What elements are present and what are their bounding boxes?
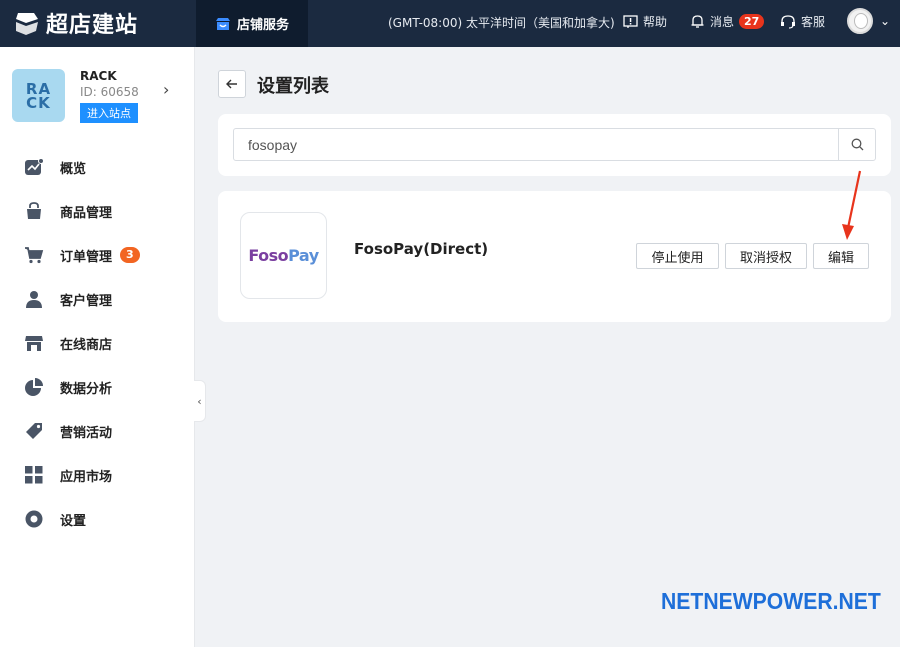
app-logo[interactable]: 超店建站 bbox=[12, 7, 138, 39]
plugin-logo-text-part-1: Foso bbox=[248, 246, 289, 265]
sidebar-item-label: 商品管理 bbox=[60, 205, 113, 221]
sidebar-item-orders[interactable]: 订单管理 3 bbox=[0, 233, 194, 277]
sidebar-item-online-store[interactable]: 在线商店 bbox=[0, 321, 194, 365]
cart-icon bbox=[24, 245, 44, 265]
messages-count-badge: 27 bbox=[739, 14, 765, 29]
bag-icon bbox=[24, 201, 44, 221]
sidebar-item-customers[interactable]: 客户管理 bbox=[0, 277, 194, 321]
tab-store-service-label: 店铺服务 bbox=[236, 18, 289, 33]
search-button[interactable] bbox=[838, 129, 875, 160]
stop-using-button[interactable]: 停止使用 bbox=[636, 243, 719, 269]
watermark: NETNEWPOWER.NET bbox=[661, 588, 881, 614]
edit-button[interactable]: 编辑 bbox=[813, 243, 869, 269]
search-input[interactable] bbox=[234, 129, 839, 160]
page-title: 设置列表 bbox=[257, 76, 329, 97]
support-label: 客服 bbox=[801, 15, 826, 29]
sidebar-nav: 概览 商品管理 订单管理 3 客户管理 在线商店 数据分析 营销活动 应用市场 … bbox=[0, 145, 194, 541]
search-box bbox=[233, 128, 876, 161]
pie-icon bbox=[24, 377, 44, 397]
sidebar-item-label: 营销活动 bbox=[60, 425, 113, 441]
sidebar-item-label: 数据分析 bbox=[60, 381, 113, 397]
help-link[interactable]: 帮助 bbox=[623, 13, 667, 30]
orders-count-badge: 3 bbox=[120, 247, 140, 263]
search-card bbox=[218, 114, 891, 176]
sidebar-item-overview[interactable]: 概览 bbox=[0, 145, 194, 189]
sidebar-item-label: 设置 bbox=[60, 513, 87, 529]
user-avatar[interactable] bbox=[847, 8, 873, 34]
site-id: ID: 60658 bbox=[80, 85, 139, 99]
support-link[interactable]: 客服 bbox=[780, 13, 825, 30]
plugin-card: FosoPay FosoPay(Direct) 停止使用 取消授权 编辑 bbox=[218, 191, 891, 322]
top-bar: 超店建站 店铺服务 (GMT-08:00) 太平洋时间（美国和加拿大) 帮助 消… bbox=[0, 0, 900, 47]
sidebar-item-app-market[interactable]: 应用市场 bbox=[0, 453, 194, 497]
revoke-authorization-button[interactable]: 取消授权 bbox=[725, 243, 807, 269]
sidebar-item-products[interactable]: 商品管理 bbox=[0, 189, 194, 233]
grid-icon bbox=[24, 465, 44, 485]
site-logo-text: RA CK bbox=[26, 81, 51, 112]
enter-site-button[interactable]: 进入站点 bbox=[80, 103, 138, 123]
chevron-down-icon[interactable]: ⌄ bbox=[880, 14, 890, 28]
sidebar-item-label: 概览 bbox=[60, 161, 87, 177]
sidebar-item-analytics[interactable]: 数据分析 bbox=[0, 365, 194, 409]
messages-label: 消息 bbox=[710, 15, 735, 29]
logo-icon bbox=[16, 13, 38, 35]
sidebar-item-marketing[interactable]: 营销活动 bbox=[0, 409, 194, 453]
plugin-name: FosoPay(Direct) bbox=[354, 240, 489, 258]
app-name: 超店建站 bbox=[46, 13, 139, 38]
site-name: RACK bbox=[80, 69, 117, 83]
store-icon bbox=[24, 333, 44, 353]
user-icon bbox=[24, 289, 44, 309]
back-button[interactable] bbox=[218, 70, 246, 98]
sidebar-item-label: 订单管理 bbox=[60, 249, 113, 265]
sidebar-item-label: 客户管理 bbox=[60, 293, 113, 309]
arrow-left-icon bbox=[226, 79, 237, 89]
sidebar: RA CK RACK ID: 60658 进入站点 › 概览 商品管理 订单管理… bbox=[0, 47, 195, 647]
plugin-logo: FosoPay bbox=[240, 212, 327, 299]
timezone-label[interactable]: (GMT-08:00) 太平洋时间（美国和加拿大) bbox=[388, 14, 615, 31]
site-logo-line-2: CK bbox=[26, 93, 51, 112]
settings-icon bbox=[24, 509, 44, 529]
search-icon bbox=[851, 138, 863, 151]
help-icon bbox=[623, 14, 638, 28]
plugin-logo-text: FosoPay bbox=[248, 246, 319, 265]
help-label: 帮助 bbox=[643, 15, 668, 29]
chevron-right-icon[interactable]: › bbox=[163, 80, 169, 99]
site-logo[interactable]: RA CK bbox=[12, 69, 65, 122]
chart-icon bbox=[24, 157, 44, 177]
tab-store-service[interactable]: 店铺服务 bbox=[196, 0, 308, 47]
headset-icon bbox=[781, 15, 795, 29]
messages-link[interactable]: 消息 27 bbox=[690, 13, 765, 30]
bell-icon bbox=[691, 15, 704, 28]
sidebar-item-settings[interactable]: 设置 bbox=[0, 497, 194, 541]
plugin-logo-text-part-2: Pay bbox=[288, 246, 319, 265]
sidebar-collapse-toggle[interactable]: ‹ bbox=[194, 380, 206, 422]
store-service-icon bbox=[215, 17, 230, 30]
sidebar-item-label: 应用市场 bbox=[60, 469, 113, 485]
sidebar-item-label: 在线商店 bbox=[60, 337, 113, 353]
tag-icon bbox=[24, 421, 44, 441]
